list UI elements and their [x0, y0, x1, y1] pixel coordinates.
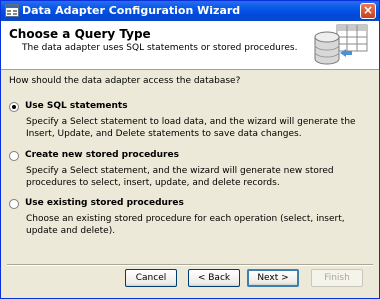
option-label[interactable]: Use existing stored procedures [25, 198, 184, 208]
option-description: Specify a Select statement, and the wiza… [26, 166, 334, 188]
option-label[interactable]: Use SQL statements [25, 101, 128, 111]
wizard-content: How should the data adapter access the d… [1, 70, 379, 266]
question-text: How should the data adapter access the d… [9, 76, 241, 86]
wizard-window: Data Adapter Configuration Wizard × Choo… [0, 0, 380, 299]
database-table-icon [314, 24, 368, 65]
close-icon: × [362, 3, 374, 17]
close-button[interactable]: × [360, 3, 376, 19]
finish-button[interactable]: Finish [311, 269, 363, 287]
next-button[interactable]: Next > [247, 269, 299, 287]
window-title: Data Adapter Configuration Wizard [22, 4, 241, 17]
option-label[interactable]: Create new stored procedures [25, 150, 179, 160]
option-description: Specify a Select statement to load data,… [26, 117, 356, 139]
cancel-button[interactable]: Cancel [125, 269, 177, 287]
radio-use-sql[interactable] [9, 102, 19, 112]
option-description: Choose an existing stored procedure for … [26, 214, 345, 236]
back-button[interactable]: < Back [188, 269, 240, 287]
wizard-header: Choose a Query Type The data adapter use… [1, 21, 379, 70]
app-icon [5, 4, 19, 17]
radio-use-existing[interactable] [9, 199, 19, 209]
page-title: Choose a Query Type [9, 27, 151, 41]
button-separator [7, 264, 373, 266]
radio-create-procs[interactable] [9, 151, 19, 161]
title-bar[interactable]: Data Adapter Configuration Wizard × [1, 1, 379, 21]
page-subtitle: The data adapter uses SQL statements or … [22, 43, 298, 53]
